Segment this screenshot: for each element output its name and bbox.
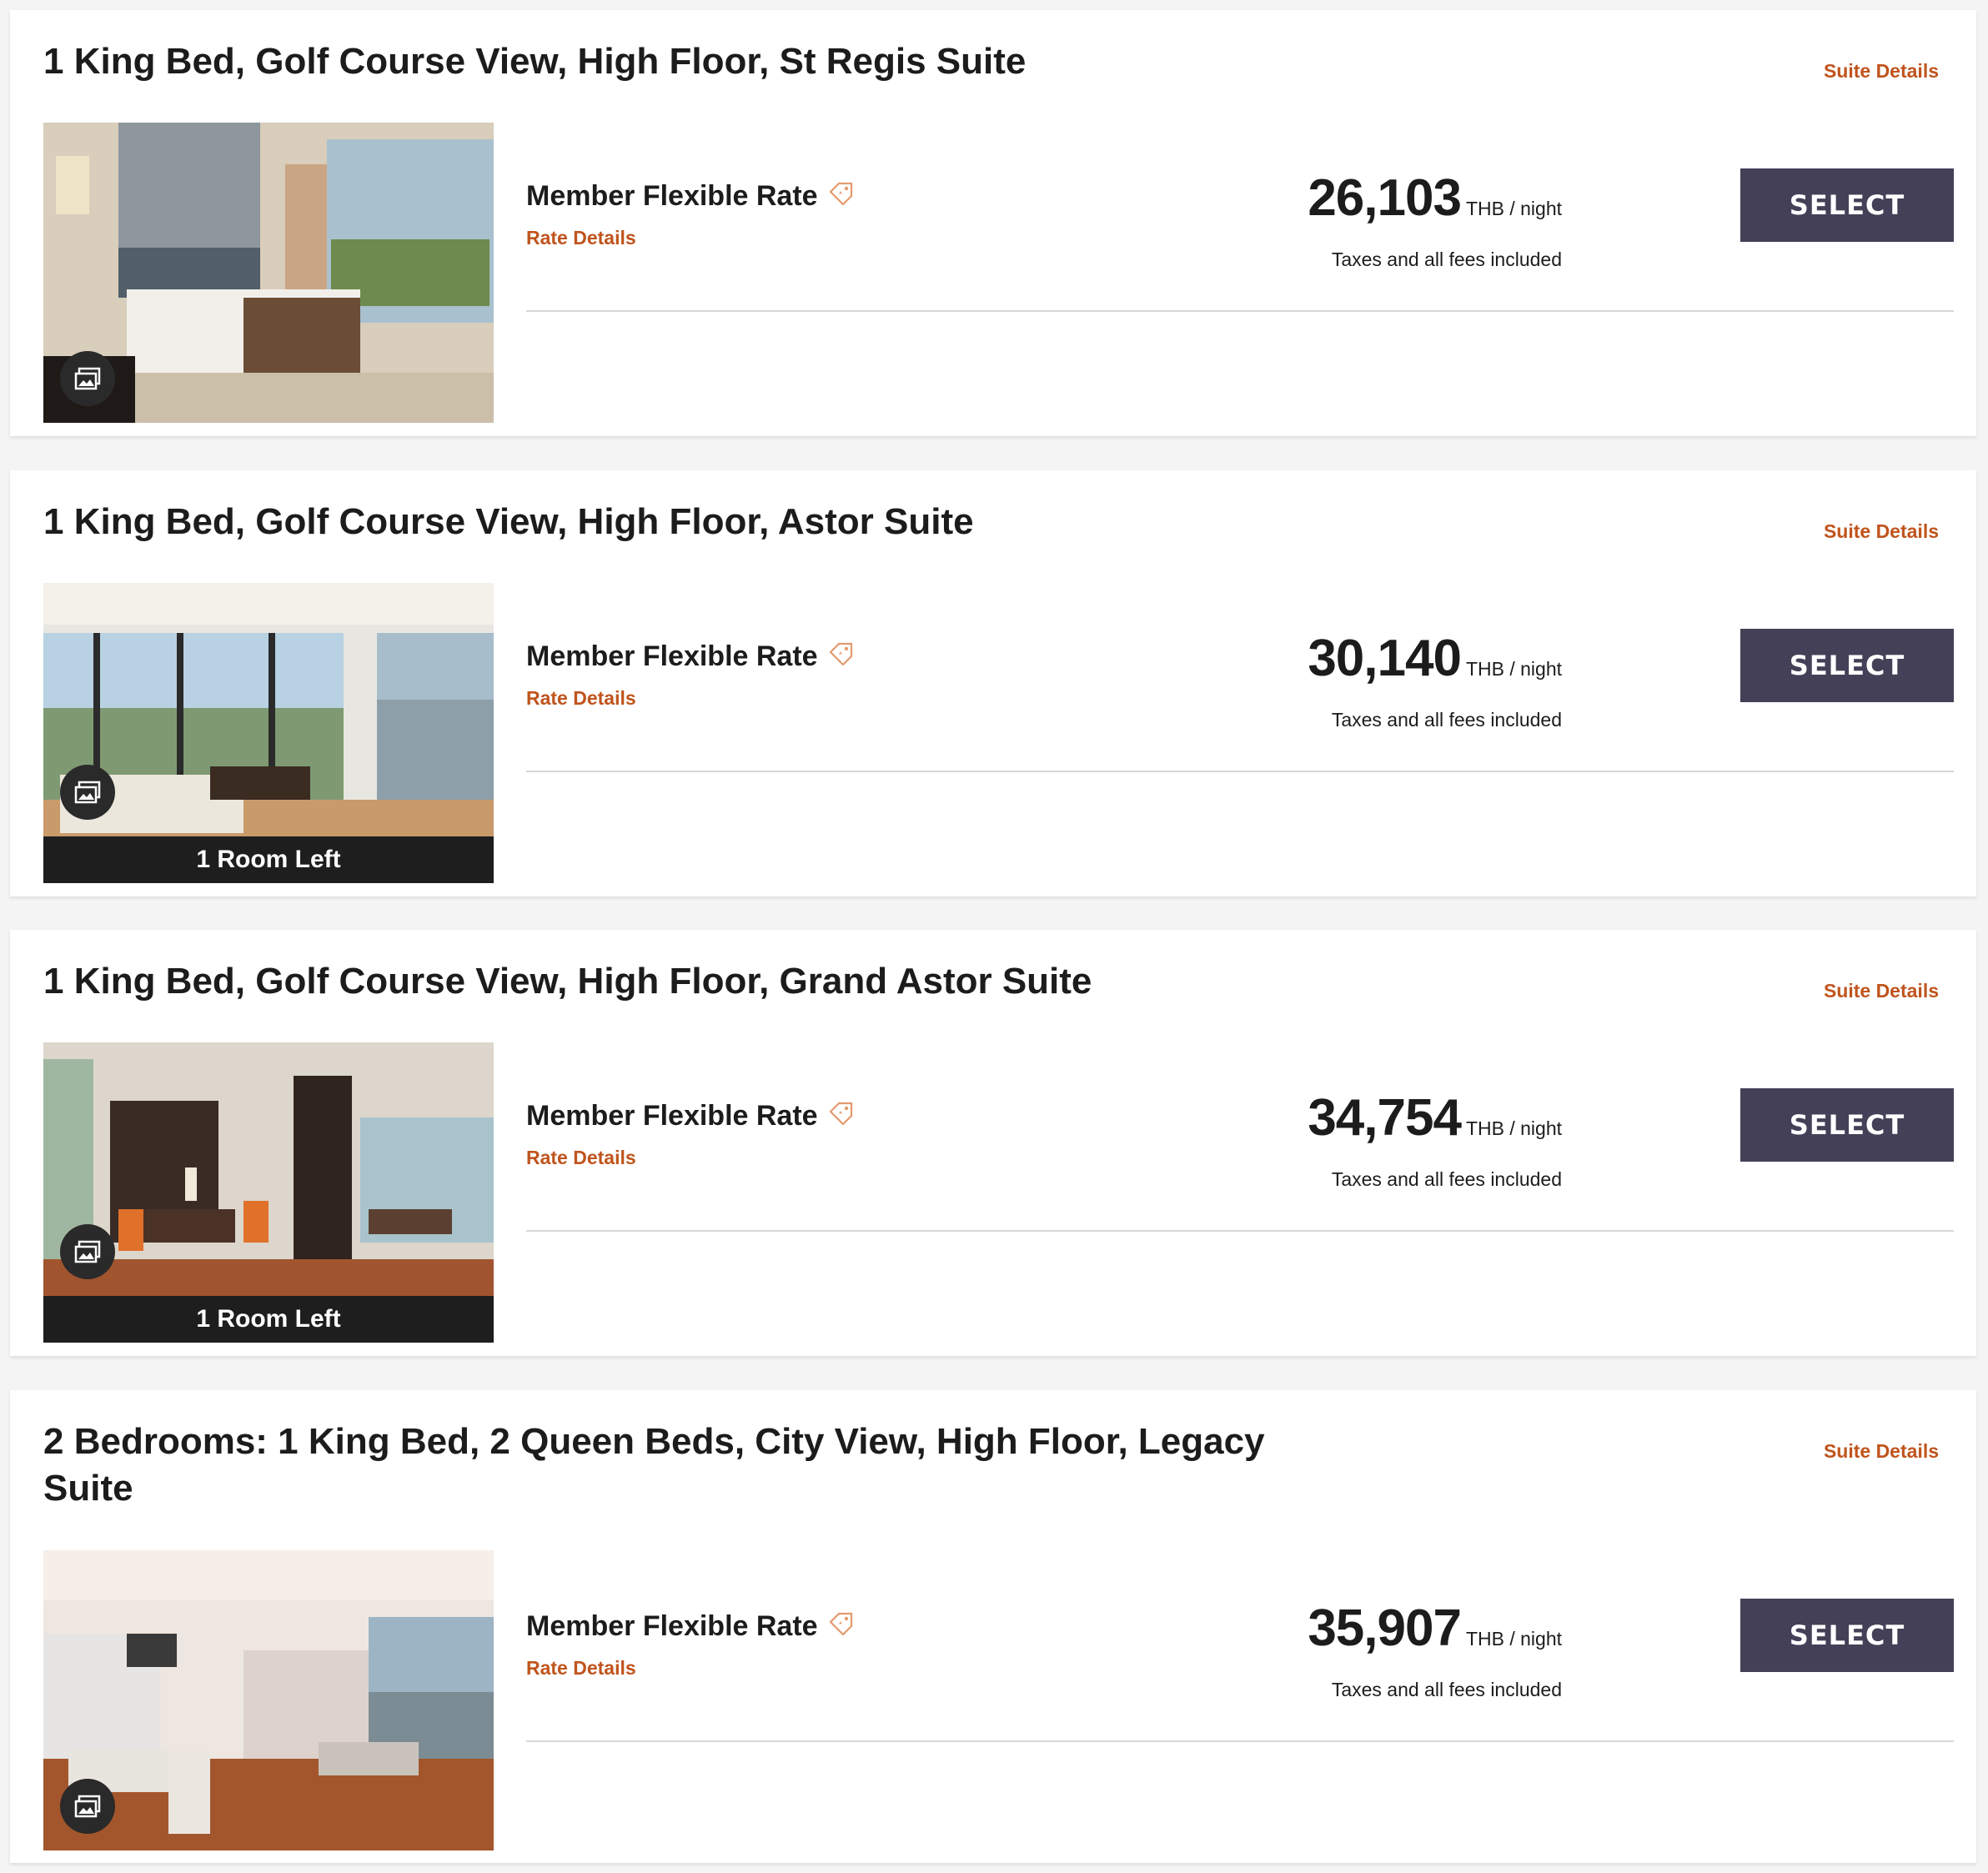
rate-name-label: Member Flexible Rate xyxy=(526,640,818,672)
availability-banner: 1 Room Left xyxy=(43,1296,494,1343)
gallery-icon[interactable] xyxy=(60,765,115,820)
price: 30,140 THB / night xyxy=(1308,629,1562,688)
suite-details-link[interactable]: Suite Details xyxy=(1824,520,1939,543)
fees-note: Taxes and all fees included xyxy=(1331,709,1562,731)
price-amount: 30,140 xyxy=(1308,630,1462,687)
rate-name-label: Member Flexible Rate xyxy=(526,1610,818,1642)
room-photo[interactable]: 1 Room Left xyxy=(43,1042,494,1343)
room-photo[interactable]: 1 Room Left xyxy=(43,583,494,883)
fees-note: Taxes and all fees included xyxy=(1331,249,1562,270)
price-unit: THB / night xyxy=(1465,658,1562,680)
member-rate-tag-icon xyxy=(826,180,855,213)
price: 26,103 THB / night xyxy=(1308,168,1562,228)
price: 34,754 THB / night xyxy=(1308,1088,1562,1147)
suite-details-link[interactable]: Suite Details xyxy=(1824,980,1939,1002)
rate-row: Member Flexible Rate Rate Details 35,907… xyxy=(526,1590,1954,1742)
rate-name: Member Flexible Rate xyxy=(526,640,855,673)
member-rate-tag-icon xyxy=(826,1610,855,1643)
rate-details-link[interactable]: Rate Details xyxy=(526,227,636,249)
price: 35,907 THB / night xyxy=(1308,1599,1562,1658)
rate-name-label: Member Flexible Rate xyxy=(526,1100,818,1132)
gallery-icon[interactable] xyxy=(60,351,115,406)
price-unit: THB / night xyxy=(1465,1117,1562,1139)
price-amount: 34,754 xyxy=(1308,1089,1462,1147)
gallery-icon[interactable] xyxy=(60,1224,115,1279)
select-button[interactable]: SELECT xyxy=(1740,1088,1954,1162)
room-title: 1 King Bed, Golf Course View, High Floor… xyxy=(43,961,1092,1002)
rate-details-link[interactable]: Rate Details xyxy=(526,1147,636,1169)
suite-details-link[interactable]: Suite Details xyxy=(1824,1440,1939,1463)
rate-row: Member Flexible Rate Rate Details 26,103… xyxy=(526,160,1954,312)
room-card: 1 King Bed, Golf Course View, High Floor… xyxy=(10,470,1976,896)
room-title: 1 King Bed, Golf Course View, High Floor… xyxy=(43,501,974,542)
rate-name: Member Flexible Rate xyxy=(526,180,855,213)
room-card: 1 King Bed, Golf Course View, High Floor… xyxy=(10,930,1976,1356)
rate-name: Member Flexible Rate xyxy=(526,1100,855,1132)
rate-row: Member Flexible Rate Rate Details 34,754… xyxy=(526,1080,1954,1232)
gallery-icon[interactable] xyxy=(60,1779,115,1834)
room-title: 1 King Bed, Golf Course View, High Floor… xyxy=(43,41,1027,82)
room-photo[interactable] xyxy=(43,123,494,423)
room-photo[interactable] xyxy=(43,1550,494,1850)
price-unit: THB / night xyxy=(1465,1628,1562,1650)
availability-banner: 1 Room Left xyxy=(43,836,494,883)
member-rate-tag-icon xyxy=(826,1100,855,1132)
select-button[interactable]: SELECT xyxy=(1740,1599,1954,1672)
rate-details-link[interactable]: Rate Details xyxy=(526,1657,636,1680)
rate-details-link[interactable]: Rate Details xyxy=(526,687,636,710)
suite-details-link[interactable]: Suite Details xyxy=(1824,60,1939,83)
room-card: 2 Bedrooms: 1 King Bed, 2 Queen Beds, Ci… xyxy=(10,1390,1976,1863)
room-title: 2 Bedrooms: 1 King Bed, 2 Queen Beds, Ci… xyxy=(43,1421,1265,1509)
rate-name: Member Flexible Rate xyxy=(526,1610,855,1643)
room-card: 1 King Bed, Golf Course View, High Floor… xyxy=(10,10,1976,436)
select-button[interactable]: SELECT xyxy=(1740,168,1954,242)
fees-note: Taxes and all fees included xyxy=(1331,1679,1562,1700)
rate-name-label: Member Flexible Rate xyxy=(526,180,818,212)
fees-note: Taxes and all fees included xyxy=(1331,1168,1562,1190)
select-button[interactable]: SELECT xyxy=(1740,629,1954,702)
member-rate-tag-icon xyxy=(826,640,855,673)
price-amount: 26,103 xyxy=(1308,169,1462,227)
price-unit: THB / night xyxy=(1465,198,1562,219)
rate-row: Member Flexible Rate Rate Details 30,140… xyxy=(526,620,1954,772)
price-amount: 35,907 xyxy=(1308,1599,1462,1657)
